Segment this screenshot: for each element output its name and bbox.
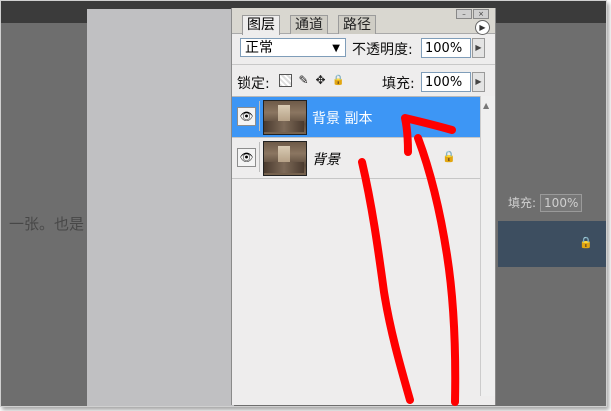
move-icon[interactable]: ✥ (314, 74, 327, 87)
background-fill-text: 填充: (508, 196, 537, 210)
opacity-input[interactable]: 100% (421, 38, 471, 58)
layer-thumbnail (263, 100, 307, 135)
layers-scrollbar[interactable]: ▲ (480, 96, 495, 396)
tab-paths[interactable]: 路径 (338, 15, 376, 34)
background-partial-text: 一张。也是 (9, 215, 85, 233)
layers-panel: – × 图层 通道 路径 ▶ 正常 ▼ 不透明度: 100% ▶ 锁定: ✎ ✥… (231, 8, 496, 405)
panel-menu-icon[interactable]: ▶ (475, 20, 490, 35)
layer-name[interactable]: 背景 副本 (312, 108, 372, 128)
lock-fill-row: 锁定: ✎ ✥ 🔒 填充: 100% ▶ (232, 64, 495, 99)
opacity-slider-button[interactable]: ▶ (472, 38, 485, 58)
brush-icon[interactable]: ✎ (297, 74, 310, 87)
fill-slider-button[interactable]: ▶ (472, 72, 485, 92)
chevron-down-icon: ▼ (332, 43, 340, 54)
panel-tab-row: – × 图层 通道 路径 ▶ (232, 8, 495, 35)
opacity-label: 不透明度: (352, 42, 413, 58)
layer-name[interactable]: 背景 (312, 149, 340, 169)
close-panel-button[interactable]: × (473, 9, 489, 19)
fill-input[interactable]: 100% (421, 72, 471, 92)
scroll-up-icon[interactable]: ▲ (483, 101, 489, 110)
tab-layers[interactable]: 图层 (242, 15, 280, 35)
tab-channels[interactable]: 通道 (290, 15, 328, 34)
lock-icon[interactable]: 🔒 (332, 74, 345, 87)
blend-mode-select[interactable]: 正常 ▼ (240, 38, 346, 57)
blend-opacity-row: 正常 ▼ 不透明度: 100% ▶ (232, 34, 495, 64)
document-canvas (87, 9, 234, 406)
background-lock-icon: 🔒 (579, 236, 593, 249)
layer-thumbnail (263, 141, 307, 176)
minimize-panel-button[interactable]: – (456, 9, 472, 19)
layer-row-background-copy[interactable]: 👁 背景 副本 (232, 97, 480, 138)
background-fill-value: 100% (540, 194, 583, 212)
blend-mode-value: 正常 (245, 40, 273, 56)
visibility-toggle[interactable]: 👁 (234, 101, 260, 131)
lock-label: 锁定: (237, 76, 270, 92)
fill-label: 填充: (382, 76, 415, 92)
eye-icon: 👁 (237, 107, 256, 126)
background-fill-label: 填充: 100% (508, 194, 583, 212)
layers-list: 👁 背景 副本 👁 背景 🔒 (232, 96, 480, 397)
eye-icon: 👁 (237, 148, 256, 167)
visibility-toggle[interactable]: 👁 (234, 142, 260, 172)
lock-icon: 🔒 (442, 150, 456, 163)
lock-transparent-pixels-icon[interactable] (279, 74, 292, 87)
layer-row-background[interactable]: 👁 背景 🔒 (232, 138, 480, 179)
